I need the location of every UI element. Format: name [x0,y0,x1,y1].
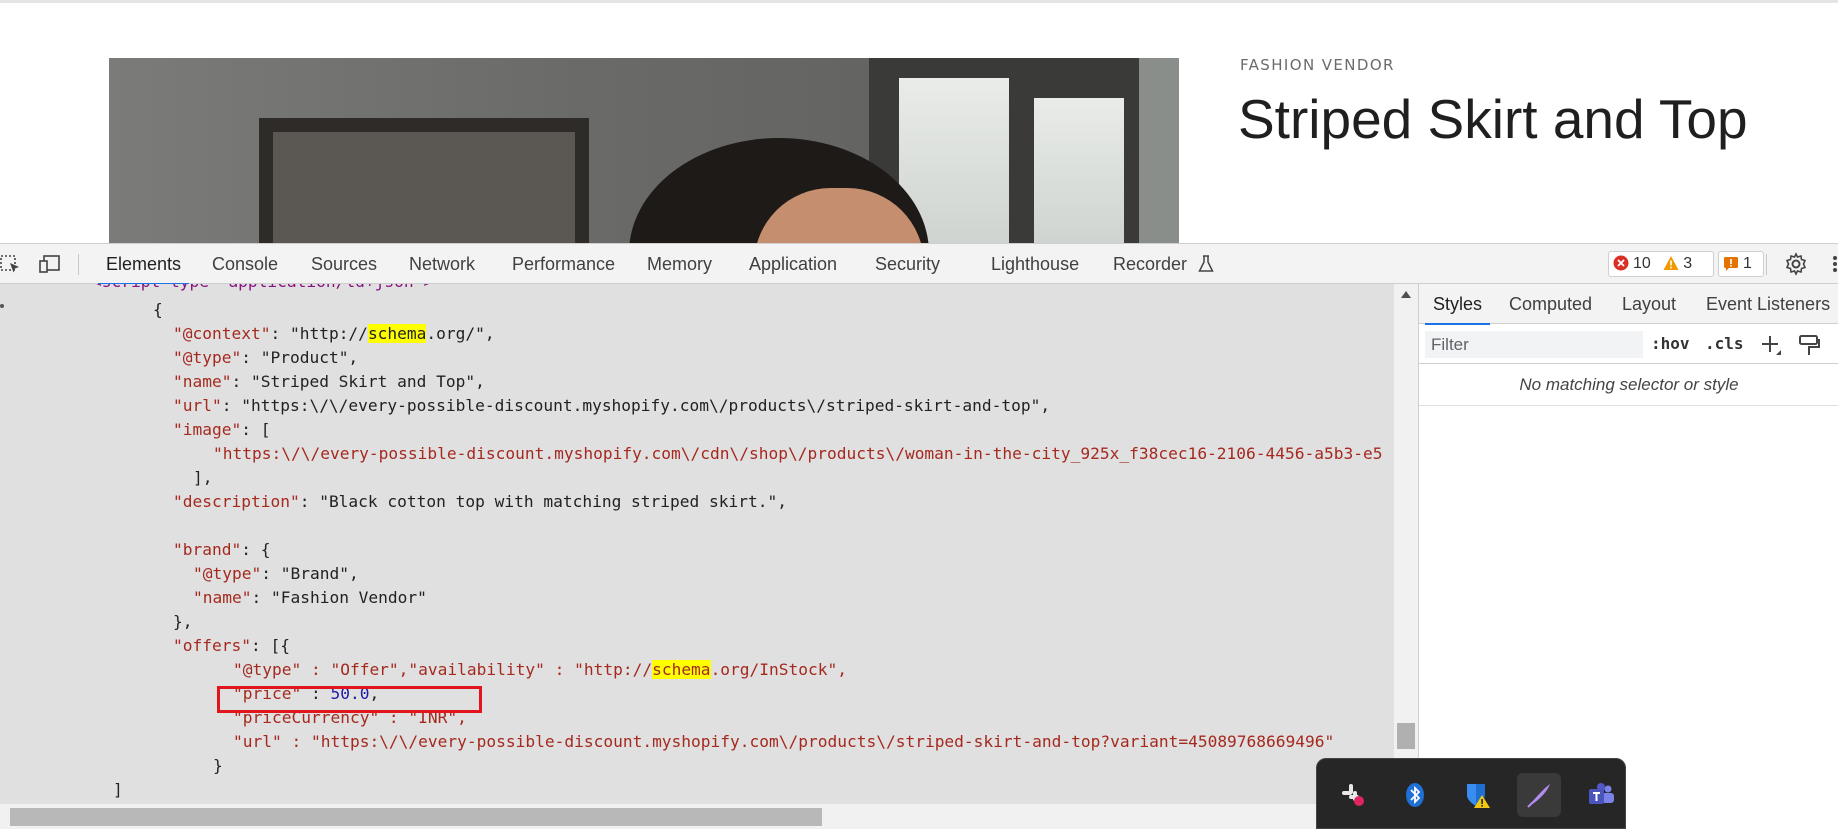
code-line: "description": "Black cotton top with ma… [173,492,787,511]
code-line: { [153,300,163,319]
tab-event-listeners[interactable]: Event Listeners [1706,284,1830,324]
styles-filter-bar: :hov .cls [1419,324,1838,364]
tab-styles[interactable]: Styles [1424,284,1491,325]
inspect-element-icon[interactable] [0,252,22,276]
device-toolbar-icon[interactable] [38,252,62,276]
issues-badge[interactable]: 1 [1718,251,1764,277]
price-annotation-box [217,686,482,713]
toolbar-divider [78,254,79,275]
code-line: "@type": "Brand", [193,564,359,583]
product-vendor: FASHION VENDOR [1240,56,1395,74]
styles-filter-input[interactable] [1425,331,1643,358]
gutter-marker [0,304,4,308]
code-line: "url": "https:\/\/every-possible-discoun… [173,396,1051,415]
no-matching-styles-message: No matching selector or style [1419,364,1838,406]
paint-brush-icon[interactable] [1797,333,1821,357]
scroll-up-arrow-icon[interactable] [1401,291,1411,298]
tab-computed[interactable]: Computed [1509,284,1592,324]
tab-recorder[interactable]: Recorder [1113,244,1214,284]
code-line: ] [113,780,123,799]
error-icon [1613,255,1629,271]
tab-elements[interactable]: Elements [97,244,190,285]
code-line: "brand": { [173,540,271,559]
teams-icon[interactable] [1579,773,1623,817]
code-line: "@context": "http://schema.org/", [173,324,495,343]
search-highlight: schema [652,660,711,679]
code-line: "name": "Striped Skirt and Top", [173,372,485,391]
error-count-badge[interactable]: 10 3 [1608,251,1714,277]
tab-network[interactable]: Network [409,244,475,284]
elements-panel: <script type="application/ld+json"> { "@… [0,284,1418,829]
code-line: }, [173,612,193,631]
script-tag-line[interactable]: <script type="application/ld+json"> [92,284,433,294]
security-warning-icon[interactable] [1455,773,1499,817]
warning-icon [1663,255,1679,271]
system-tray-overflow [1316,758,1626,829]
tab-console[interactable]: Console [212,244,278,284]
tab-performance[interactable]: Performance [512,244,615,284]
code-line: "@type" : "Offer","availability" : "http… [233,660,848,679]
search-highlight: schema [367,324,427,343]
code-line: "offers": [{ [173,636,290,655]
tab-lighthouse[interactable]: Lighthouse [991,244,1079,284]
tab-layout[interactable]: Layout [1622,284,1676,324]
code-line: ], [193,468,213,487]
more-options-icon[interactable] [1826,252,1838,276]
horizontal-scrollbar[interactable] [0,804,1394,829]
bluetooth-icon[interactable] [1393,773,1437,817]
experiment-flask-icon [1198,247,1214,287]
toolbar-divider [1766,254,1767,275]
code-line: "@type": "Product", [173,348,359,367]
tab-memory[interactable]: Memory [647,244,712,284]
browser-edge [0,0,1838,3]
product-title: Striped Skirt and Top [1238,88,1748,150]
styles-sidebar: Styles Computed Layout Event Listeners :… [1418,284,1838,829]
devtools-panel: Elements Console Sources Network Perform… [0,243,1838,829]
scroll-thumb[interactable] [10,808,822,826]
code-line: "url" : "https:\/\/every-possible-discou… [233,732,1335,751]
slack-icon[interactable] [1331,773,1375,817]
code-line: "https:\/\/every-possible-discount.mysho… [213,444,1383,463]
vertical-scrollbar[interactable] [1394,284,1418,804]
tab-security[interactable]: Security [875,244,940,284]
dom-tree[interactable]: <script type="application/ld+json"> { "@… [0,284,1394,804]
class-toggle-button[interactable]: .cls [1705,334,1744,353]
product-image [109,58,1179,243]
scroll-thumb[interactable] [1397,723,1415,749]
pen-icon[interactable] [1517,773,1561,817]
sidebar-tabs: Styles Computed Layout Event Listeners [1419,284,1838,325]
issue-flag-icon [1723,255,1739,271]
code-line: "image": [ [173,420,271,439]
code-line: } [213,756,223,775]
devtools-toolbar: Elements Console Sources Network Perform… [0,243,1838,285]
hover-state-button[interactable]: :hov [1651,334,1690,353]
settings-gear-icon[interactable] [1784,252,1808,276]
tab-application[interactable]: Application [749,244,837,284]
new-style-rule-icon[interactable] [1759,333,1783,357]
product-page: FASHION VENDOR Striped Skirt and Top [0,0,1838,243]
tab-sources[interactable]: Sources [311,244,377,284]
code-line: "name": "Fashion Vendor" [193,588,427,607]
